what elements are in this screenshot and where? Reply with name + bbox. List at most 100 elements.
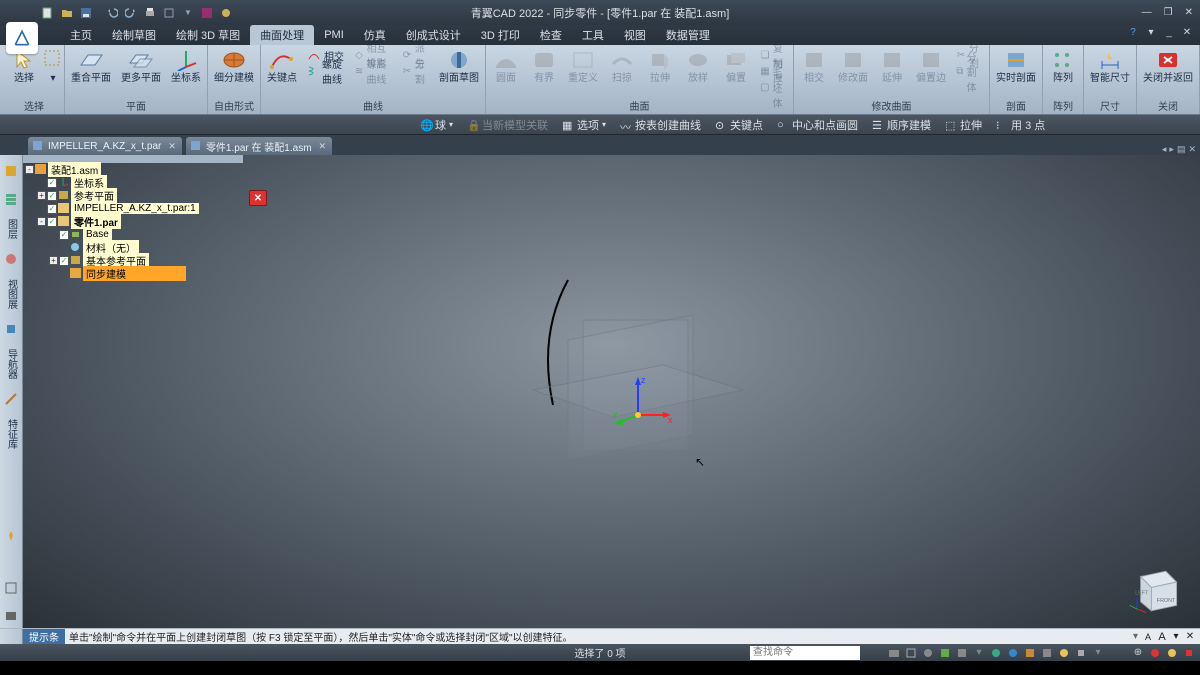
helix-button[interactable]: 螺旋曲线 bbox=[305, 63, 347, 79]
qat-new-icon[interactable] bbox=[40, 5, 56, 21]
split-curve-button[interactable]: ✂分割 bbox=[400, 63, 431, 79]
tab-surface[interactable]: 曲面处理 bbox=[250, 25, 314, 45]
opt-extrude[interactable]: ⬚拉伸 bbox=[945, 117, 982, 133]
tree-row-asm[interactable]: -装配1.asm bbox=[23, 163, 243, 176]
tab-inspect[interactable]: 检查 bbox=[530, 25, 572, 45]
coincident-plane-button[interactable]: 重合平面 bbox=[69, 47, 113, 85]
status-icon[interactable] bbox=[938, 646, 952, 660]
doctab-close-icon[interactable]: ✕ bbox=[316, 141, 327, 152]
zoom-in-icon[interactable]: ⊕ bbox=[1131, 646, 1145, 660]
qat-save-icon[interactable] bbox=[78, 5, 94, 21]
doctab-impeller[interactable]: IMPELLER_A.KZ_x_t.par ✕ bbox=[28, 137, 182, 155]
section-sketch-button[interactable]: 剖面草图 bbox=[437, 47, 481, 85]
status-icon[interactable] bbox=[955, 646, 969, 660]
tab-close-icon[interactable]: ✕ bbox=[1188, 144, 1196, 155]
side-film-icon[interactable] bbox=[2, 604, 20, 628]
side-layer-tab[interactable]: 图层 bbox=[2, 215, 20, 243]
csys-button[interactable]: 坐标系 bbox=[169, 47, 203, 85]
tab-next-icon[interactable]: ▸ bbox=[1169, 144, 1174, 155]
status-icon[interactable] bbox=[989, 646, 1003, 660]
surf4-button[interactable]: 扫掠 bbox=[606, 47, 638, 85]
smart-dim-button[interactable]: 智能尺寸 bbox=[1088, 47, 1132, 85]
expand-icon[interactable]: + bbox=[37, 191, 46, 200]
doc-close-icon[interactable]: ✕ bbox=[1180, 25, 1194, 39]
more-planes-button[interactable]: 更多平面 bbox=[119, 47, 163, 85]
triad-gizmo[interactable]: z x y bbox=[613, 375, 683, 435]
status-icon[interactable] bbox=[1074, 646, 1088, 660]
prompt-scroll-icon[interactable]: ▾ bbox=[1129, 631, 1142, 642]
floating-close-button[interactable]: ✕ bbox=[249, 190, 267, 206]
opt-options[interactable]: ▦选项▾ bbox=[562, 117, 606, 133]
font-a-icon[interactable]: A bbox=[1142, 631, 1154, 643]
side-paint-icon[interactable] bbox=[2, 247, 20, 271]
tab-split-icon[interactable]: ▤ bbox=[1177, 144, 1186, 155]
qat-b-icon[interactable] bbox=[218, 5, 234, 21]
side-box-icon[interactable] bbox=[2, 576, 20, 600]
checkbox[interactable]: ✓ bbox=[47, 178, 57, 188]
surf7-button[interactable]: 偏置 bbox=[720, 47, 752, 85]
help-icon[interactable]: ? bbox=[1126, 25, 1140, 39]
surf6-button[interactable]: 放样 bbox=[682, 47, 714, 85]
side-nav-tab[interactable]: 导航器 bbox=[2, 345, 20, 383]
status-icon[interactable] bbox=[904, 646, 918, 660]
tab-home[interactable]: 主页 bbox=[60, 25, 102, 45]
status-icon[interactable] bbox=[1006, 646, 1020, 660]
tree-row-impeller[interactable]: ✓IMPELLER_A.KZ_x_t.par:1 bbox=[23, 202, 243, 215]
rec-icon[interactable] bbox=[1148, 646, 1162, 660]
qat-redo-icon[interactable] bbox=[123, 5, 139, 21]
tab-generative[interactable]: 创成式设计 bbox=[396, 25, 471, 45]
opt-curve-table[interactable]: 〰按表创建曲线 bbox=[620, 117, 701, 133]
qat-print-icon[interactable] bbox=[142, 5, 158, 21]
font-a-icon[interactable]: A bbox=[1156, 631, 1168, 643]
help-dropdown-icon[interactable]: ▾ bbox=[1144, 25, 1158, 39]
opt-circle[interactable]: ○中心和点画圆 bbox=[777, 117, 858, 133]
tab-data[interactable]: 数据管理 bbox=[656, 25, 720, 45]
tree-row-sync[interactable]: 同步建模 bbox=[23, 267, 243, 280]
pin-icon[interactable]: ✕ bbox=[1184, 631, 1196, 643]
checkbox[interactable]: ✓ bbox=[47, 217, 57, 227]
viewport[interactable]: -装配1.asm ✓坐标系 +✓参考平面 ✓IMPELLER_A.KZ_x_t.… bbox=[23, 155, 1200, 628]
tab-sketch[interactable]: 绘制草图 bbox=[102, 25, 166, 45]
surf3-button[interactable]: 重定义 bbox=[566, 47, 600, 85]
close-return-button[interactable]: 关闭并返回 bbox=[1141, 47, 1195, 85]
status-icon[interactable] bbox=[887, 646, 901, 660]
keypoint-button[interactable]: 关键点 bbox=[265, 47, 299, 85]
tab-tools[interactable]: 工具 bbox=[572, 25, 614, 45]
tab-3dsketch[interactable]: 绘制 3D 草图 bbox=[166, 25, 250, 45]
opt-keypoint[interactable]: ⊙关键点 bbox=[715, 117, 763, 133]
qat-more-icon[interactable] bbox=[161, 5, 177, 21]
status-icon[interactable] bbox=[1023, 646, 1037, 660]
side-layers-icon[interactable] bbox=[2, 187, 20, 211]
select-dropdown[interactable]: ▾ bbox=[46, 47, 60, 85]
subdiv-button[interactable]: 细分建模 bbox=[212, 47, 256, 85]
stop-icon[interactable] bbox=[1182, 646, 1196, 660]
opt-sphere[interactable]: 🌐球▾ bbox=[420, 117, 453, 133]
application-button[interactable] bbox=[6, 22, 38, 54]
command-input[interactable] bbox=[750, 646, 860, 660]
qat-a-icon[interactable] bbox=[199, 5, 215, 21]
tab-pmi[interactable]: PMI bbox=[314, 25, 354, 45]
command-search[interactable] bbox=[750, 646, 860, 660]
font-dropdown-icon[interactable]: ▾ bbox=[1170, 631, 1182, 643]
tab-prev-icon[interactable]: ◂ bbox=[1162, 144, 1167, 155]
expand-icon[interactable]: + bbox=[49, 256, 58, 265]
surf1-button[interactable]: 圆面 bbox=[490, 47, 522, 85]
surf2-button[interactable]: 有界 bbox=[528, 47, 560, 85]
opt-3pts[interactable]: ⁝用 3 点 bbox=[996, 117, 1045, 133]
opt-assoc[interactable]: 🔒当新模型关联 bbox=[467, 117, 548, 133]
close-button[interactable]: ✕ bbox=[1182, 7, 1196, 18]
split-body-button[interactable]: ⧉分割体 bbox=[954, 63, 985, 79]
checkbox[interactable]: ✓ bbox=[47, 191, 57, 201]
side-align-tab[interactable]: 特征库 bbox=[2, 415, 20, 453]
blank-button[interactable]: ▢毛坯体 bbox=[758, 79, 789, 95]
mod3-button[interactable]: 延伸 bbox=[876, 47, 908, 85]
status-icon[interactable] bbox=[921, 646, 935, 660]
status-icon[interactable] bbox=[1040, 646, 1054, 660]
mod1-button[interactable]: 相交 bbox=[798, 47, 830, 85]
qat-undo-icon[interactable] bbox=[104, 5, 120, 21]
checkbox[interactable]: ✓ bbox=[47, 204, 57, 214]
doc-minimize-icon[interactable]: _ bbox=[1162, 25, 1176, 39]
status-icon[interactable] bbox=[1057, 646, 1071, 660]
minimize-button[interactable]: — bbox=[1139, 7, 1155, 18]
mod4-button[interactable]: 偏置边 bbox=[914, 47, 948, 85]
